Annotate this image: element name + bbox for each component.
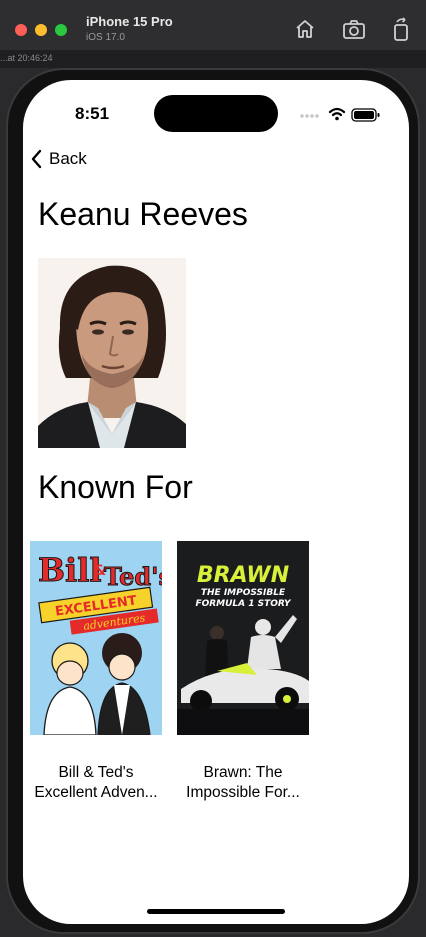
profile-photo	[38, 258, 186, 448]
poster-art-text: FORMULA 1 STORY	[195, 599, 292, 609]
close-window-button[interactable]	[15, 24, 27, 36]
screenshot-icon[interactable]	[341, 16, 367, 42]
os-version: iOS 17.0	[86, 32, 125, 43]
minimize-window-button[interactable]	[35, 24, 47, 36]
poster-art-text: Bill	[38, 551, 102, 589]
zoom-window-button[interactable]	[55, 24, 67, 36]
movie-title-bill-and-ted[interactable]: Bill & Ted's Excellent Adven...	[26, 763, 166, 803]
device-name: iPhone 15 Pro	[86, 14, 173, 29]
phone-screen: 8:51 Back Keanu Reeves Known For Bill & …	[23, 80, 409, 924]
signal-icon	[300, 114, 319, 118]
poster-bill-and-ted[interactable]: Bill & Ted's EXCELLENT adventures	[30, 541, 162, 735]
known-for-heading: Known For	[38, 469, 193, 505]
home-indicator[interactable]	[147, 909, 285, 914]
back-label: Back	[49, 149, 87, 168]
wifi-icon	[328, 107, 346, 117]
poster-art-text: Ted's	[104, 562, 162, 591]
rotate-icon[interactable]	[388, 16, 414, 42]
movie-title-line: Brawn: The	[203, 764, 283, 781]
background-window-strip: ...at 20:46:24	[0, 50, 426, 68]
poster-art-text: THE IMPOSSIBLE	[201, 588, 286, 598]
battery-icon	[351, 108, 380, 122]
dynamic-island	[154, 95, 278, 132]
movie-title-brawn[interactable]: Brawn: The Impossible For...	[173, 763, 313, 803]
home-icon[interactable]	[292, 16, 318, 42]
poster-brawn[interactable]: BRAWN THE IMPOSSIBLE FORMULA 1 STORY	[177, 541, 309, 735]
back-button[interactable]: Back	[30, 146, 87, 172]
movie-title-line: Impossible For...	[186, 784, 300, 801]
poster-art-text: BRAWN	[197, 563, 289, 588]
chevron-left-icon	[31, 149, 42, 169]
status-time: 8:51	[75, 104, 110, 123]
movie-title-line: Excellent Adven...	[34, 784, 158, 801]
movie-title-line: Bill & Ted's	[58, 764, 134, 781]
background-timestamp: ...at 20:46:24	[0, 53, 53, 63]
status-indicators	[299, 106, 383, 122]
person-name: Keanu Reeves	[38, 196, 248, 232]
